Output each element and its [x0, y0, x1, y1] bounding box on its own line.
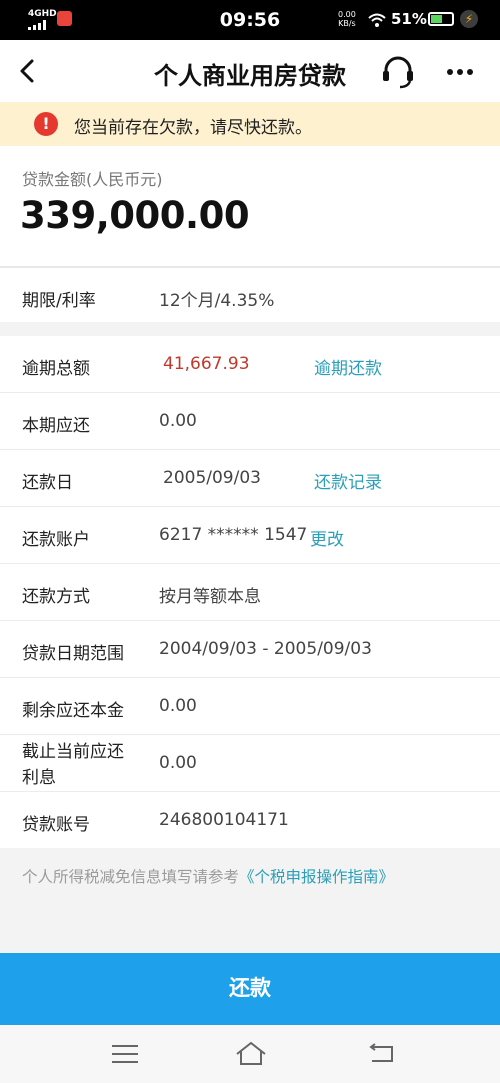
repay-method-row: 还款方式 按月等额本息: [0, 564, 500, 621]
page-header: 个人商业用房贷款: [0, 40, 500, 102]
repay-account-label: 还款账户: [22, 530, 90, 550]
loan-amount-label: 贷款金额(人民币元): [22, 170, 163, 189]
change-account-link[interactable]: 更改: [310, 525, 344, 550]
interest-due-label-line1: 截止当前应还: [22, 742, 124, 762]
repay-method-label: 还款方式: [22, 587, 90, 607]
repay-records-link[interactable]: 还款记录: [314, 468, 382, 493]
network-speed-unit: KB/s: [338, 19, 356, 28]
interest-due-row: 截止当前应还 利息 0.00: [0, 735, 500, 792]
tax-note-text: 个人所得税减免信息填写请参考: [22, 868, 240, 886]
network-speed: 0.00 KB/s: [338, 10, 356, 28]
more-dots-icon[interactable]: [444, 60, 476, 84]
tax-note: 个人所得税减免信息填写请参考《个税申报操作指南》: [22, 865, 394, 887]
repay-day-label: 还款日: [22, 473, 73, 493]
battery-percent: 51%: [391, 10, 427, 28]
status-bar: 4GHD 09:56 0.00 KB/s 51% ⚡: [0, 0, 500, 40]
overdue-notice: ! 您当前存在欠款，请尽快还款。: [0, 102, 500, 146]
network-speed-value: 0.00: [338, 10, 356, 19]
interest-due-label-line2: 利息: [22, 768, 56, 788]
term-rate-label: 期限/利率: [22, 291, 96, 311]
battery-icon: [428, 12, 454, 26]
wifi-icon: [368, 13, 386, 27]
term-rate-value: 12个月/4.35%: [159, 291, 275, 311]
overdue-total-label: 逾期总额: [22, 359, 90, 379]
page-title: 个人商业用房贷款: [154, 62, 346, 90]
loan-date-range-row: 贷款日期范围 2004/09/03 - 2005/09/03: [0, 621, 500, 678]
remaining-principal-label: 剩余应还本金: [22, 701, 124, 721]
interest-due-value: 0.00: [159, 753, 197, 773]
section-gap: [0, 322, 500, 336]
back-icon[interactable]: [366, 1041, 396, 1065]
current-due-value: 0.00: [159, 411, 197, 431]
remaining-principal-value: 0.00: [159, 696, 197, 716]
repay-method-value: 按月等额本息: [159, 587, 261, 607]
headset-icon[interactable]: [380, 54, 416, 90]
overdue-total-row: 逾期总额 41,667.93 逾期还款: [0, 336, 500, 393]
current-due-label: 本期应还: [22, 416, 90, 436]
loan-amount-card: 贷款金额(人民币元) 339,000.00: [0, 146, 500, 266]
alert-icon: !: [34, 112, 58, 136]
remaining-principal-row: 剩余应还本金 0.00: [0, 678, 500, 735]
repay-account-value: 6217 ****** 1547: [159, 525, 308, 545]
repay-account-row: 还款账户 6217 ****** 1547 更改: [0, 507, 500, 564]
tax-guide-link[interactable]: 《个税申报操作指南》: [239, 868, 394, 886]
notice-text: 您当前存在欠款，请尽快还款。: [74, 118, 312, 138]
current-due-row: 本期应还 0.00: [0, 393, 500, 450]
overdue-total-value: 41,667.93: [163, 354, 250, 374]
loan-date-range-value: 2004/09/03 - 2005/09/03: [159, 639, 372, 659]
loan-account-label: 贷款账号: [22, 815, 90, 835]
menu-icon[interactable]: [112, 1043, 138, 1065]
term-rate-row: 期限/利率 12个月/4.35%: [0, 268, 500, 325]
tax-info-area: 个人所得税减免信息填写请参考《个税申报操作指南》: [0, 848, 500, 953]
repay-day-value: 2005/09/03: [163, 468, 261, 488]
loan-date-range-label: 贷款日期范围: [22, 644, 124, 664]
overdue-repay-link[interactable]: 逾期还款: [314, 354, 382, 379]
system-nav-bar: [0, 1025, 500, 1083]
loan-account-value: 246800104171: [159, 810, 289, 830]
home-icon[interactable]: [234, 1039, 268, 1067]
repay-day-row: 还款日 2005/09/03 还款记录: [0, 450, 500, 507]
repay-button[interactable]: 还款: [0, 953, 500, 1025]
loan-amount-value: 339,000.00: [20, 194, 250, 237]
charging-icon: ⚡: [460, 10, 478, 28]
loan-account-row: 贷款账号 246800104171: [0, 792, 500, 849]
interest-due-label: 截止当前应还 利息: [22, 739, 124, 791]
